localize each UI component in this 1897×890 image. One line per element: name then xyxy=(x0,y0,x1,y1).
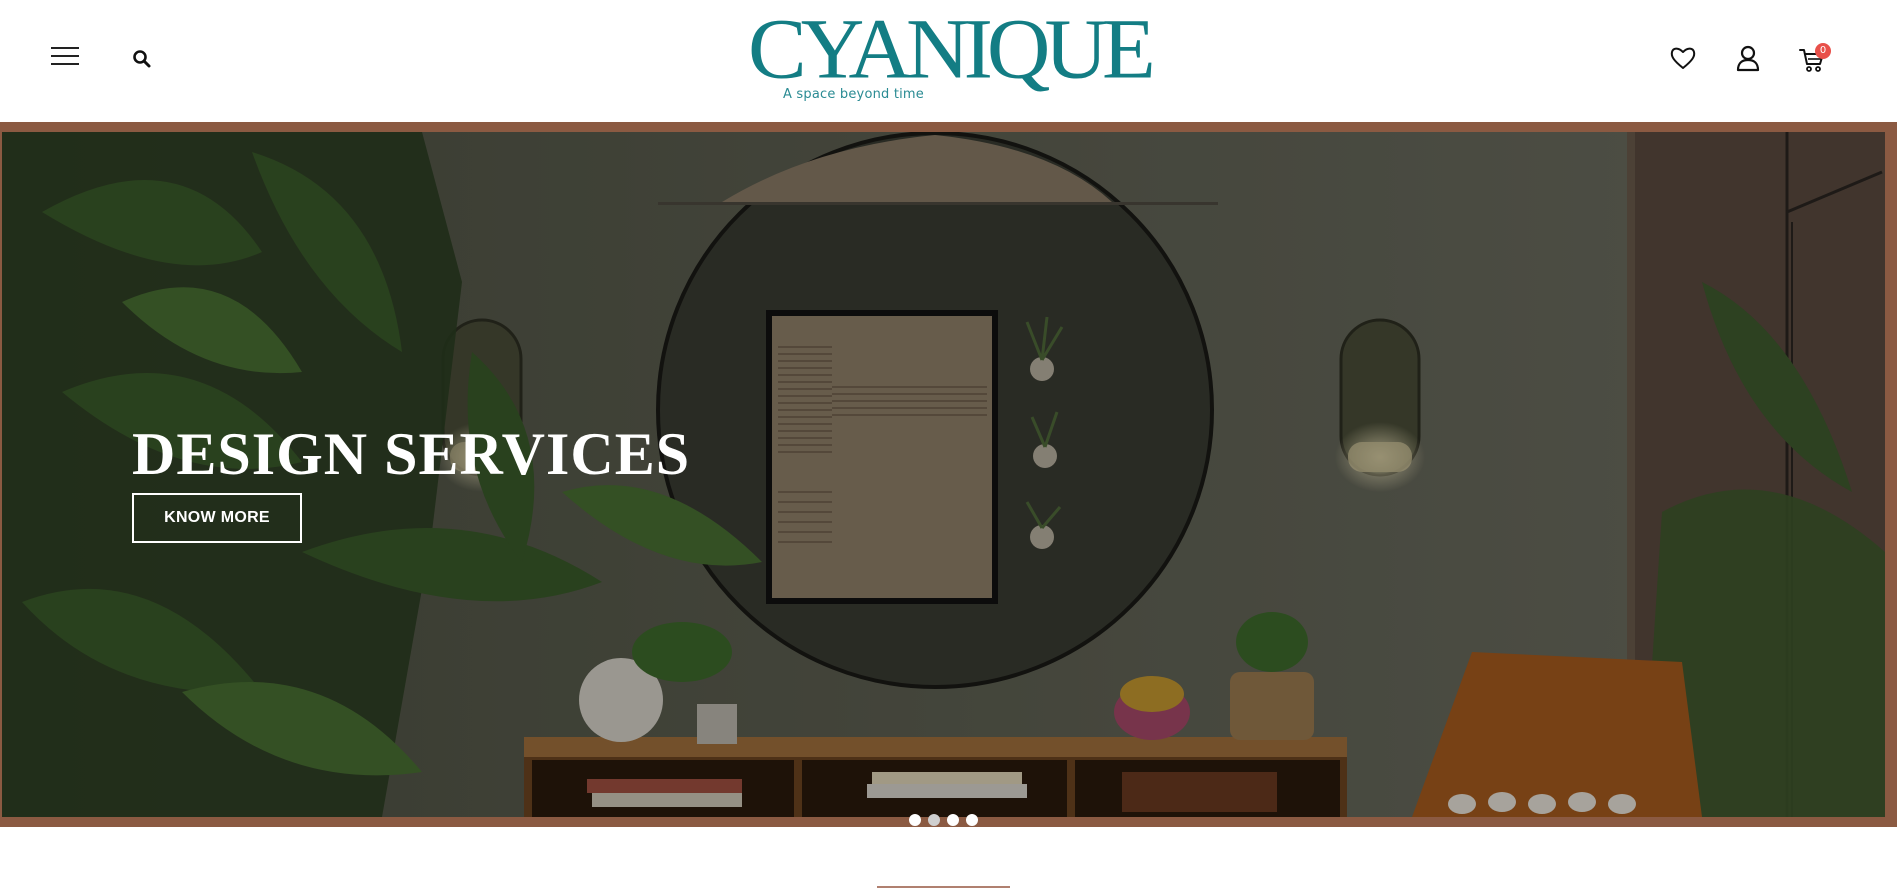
hamburger-menu-icon[interactable] xyxy=(51,47,79,67)
carousel-dot-4[interactable] xyxy=(966,814,978,826)
carousel-dot-1[interactable] xyxy=(909,814,921,826)
hero-title: DESIGN SERVICES xyxy=(132,421,691,487)
search-icon[interactable] xyxy=(132,49,152,69)
hero-slide: DESIGN SERVICES KNOW MORE xyxy=(2,132,1885,817)
carousel-dot-2[interactable] xyxy=(928,814,940,826)
site-logo[interactable]: CYANIQUE A space beyond time xyxy=(748,1,1156,110)
user-icon[interactable] xyxy=(1734,44,1762,72)
know-more-button[interactable]: KNOW MORE xyxy=(132,493,302,543)
logo-wordmark: CYANIQUE xyxy=(748,1,1156,98)
logo-tagline: A space beyond time xyxy=(783,87,924,102)
site-header: CYANIQUE A space beyond time 0 xyxy=(0,0,1897,122)
heart-icon[interactable] xyxy=(1669,44,1697,72)
hero-banner-frame: DESIGN SERVICES KNOW MORE xyxy=(0,122,1897,827)
cart-count-badge: 0 xyxy=(1815,43,1831,59)
section-divider xyxy=(877,886,1010,888)
carousel-dot-3[interactable] xyxy=(947,814,959,826)
